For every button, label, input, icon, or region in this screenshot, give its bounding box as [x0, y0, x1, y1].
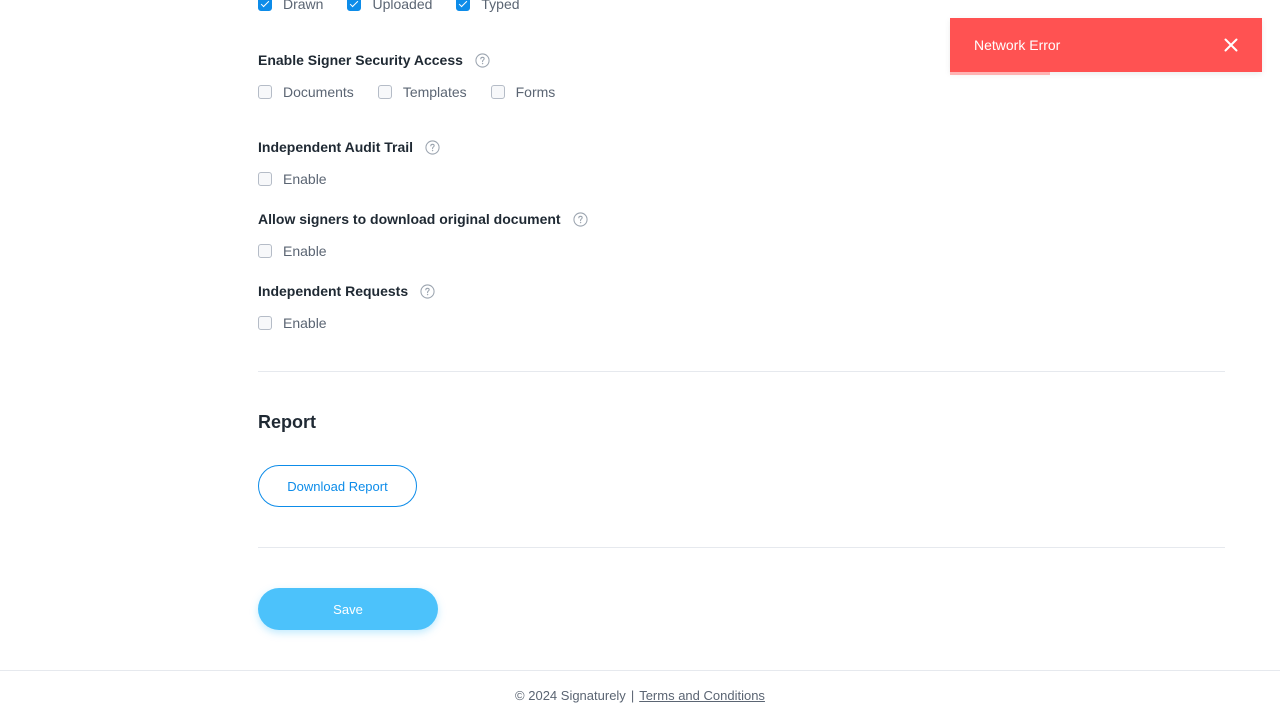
checkbox-templates[interactable]: Templates: [377, 84, 467, 100]
checkbox-label: Drawn: [283, 0, 324, 12]
checkbox-label: Typed: [481, 0, 520, 12]
download-original-options: Enable: [258, 243, 351, 259]
question-circle-icon[interactable]: [475, 52, 490, 68]
checkbox-box: [258, 316, 272, 330]
checkbox-label: Templates: [402, 84, 467, 100]
footer: © 2024 Signaturely | Terms and Condition…: [0, 670, 1280, 720]
check-icon: [258, 0, 272, 11]
checkbox-label: Enable: [283, 243, 327, 259]
checkbox-forms[interactable]: Forms: [490, 84, 556, 100]
checkbox-download-original-enable[interactable]: Enable: [258, 243, 327, 259]
checkbox-typed[interactable]: Typed: [456, 0, 520, 12]
signer-security-options: Documents Templates Forms: [258, 84, 579, 100]
checkbox-label: Enable: [283, 171, 327, 187]
signer-security-title: Enable Signer Security Access: [258, 52, 490, 68]
checkbox-box: [377, 85, 392, 99]
toast-message: Network Error: [974, 37, 1061, 53]
close-icon[interactable]: [1223, 37, 1239, 53]
checkbox-label: Enable: [283, 315, 327, 331]
signature-types-options: Drawn Uploaded Typed: [258, 0, 544, 12]
checkbox-documents[interactable]: Documents: [258, 84, 354, 100]
question-circle-icon[interactable]: [425, 139, 440, 155]
divider: [258, 371, 1225, 372]
save-button[interactable]: Save: [258, 588, 438, 630]
question-circle-icon[interactable]: [573, 211, 588, 227]
audit-trail-options: Enable: [258, 171, 351, 187]
settings-page: Drawn Uploaded Typed Enable Signer Secur…: [0, 0, 1280, 720]
checkbox-label: Documents: [283, 84, 354, 100]
checkbox-box: [258, 244, 272, 258]
checkbox-drawn[interactable]: Drawn: [258, 0, 323, 12]
divider: [258, 547, 1225, 548]
section-title-text: Allow signers to download original docum…: [258, 211, 561, 227]
independent-requests-title: Independent Requests: [258, 283, 435, 299]
error-toast: Network Error: [950, 18, 1262, 75]
copyright-text: © 2024 Signaturely: [515, 688, 626, 703]
download-original-title: Allow signers to download original docum…: [258, 211, 588, 227]
checkbox-box: [490, 85, 505, 99]
checkbox-audit-trail-enable[interactable]: Enable: [258, 171, 327, 187]
checkbox-independent-requests-enable[interactable]: Enable: [258, 315, 327, 331]
report-heading: Report: [258, 412, 316, 432]
download-report-button[interactable]: Download Report: [258, 465, 417, 507]
checkbox-label: Uploaded: [372, 0, 433, 12]
footer-separator: |: [630, 688, 635, 703]
section-title-text: Independent Requests: [258, 283, 409, 299]
independent-requests-options: Enable: [258, 315, 351, 331]
check-icon: [456, 0, 471, 11]
question-circle-icon[interactable]: [420, 283, 435, 299]
section-title-text: Enable Signer Security Access: [258, 52, 463, 68]
toast-progress-bar: [950, 72, 1050, 75]
check-icon: [347, 0, 362, 11]
terms-link[interactable]: Terms and Conditions: [639, 688, 765, 703]
checkbox-uploaded[interactable]: Uploaded: [347, 0, 432, 12]
checkbox-label: Forms: [515, 84, 556, 100]
checkbox-box: [258, 85, 272, 99]
audit-trail-title: Independent Audit Trail: [258, 139, 440, 155]
checkbox-box: [258, 172, 272, 186]
section-title-text: Independent Audit Trail: [258, 139, 414, 155]
